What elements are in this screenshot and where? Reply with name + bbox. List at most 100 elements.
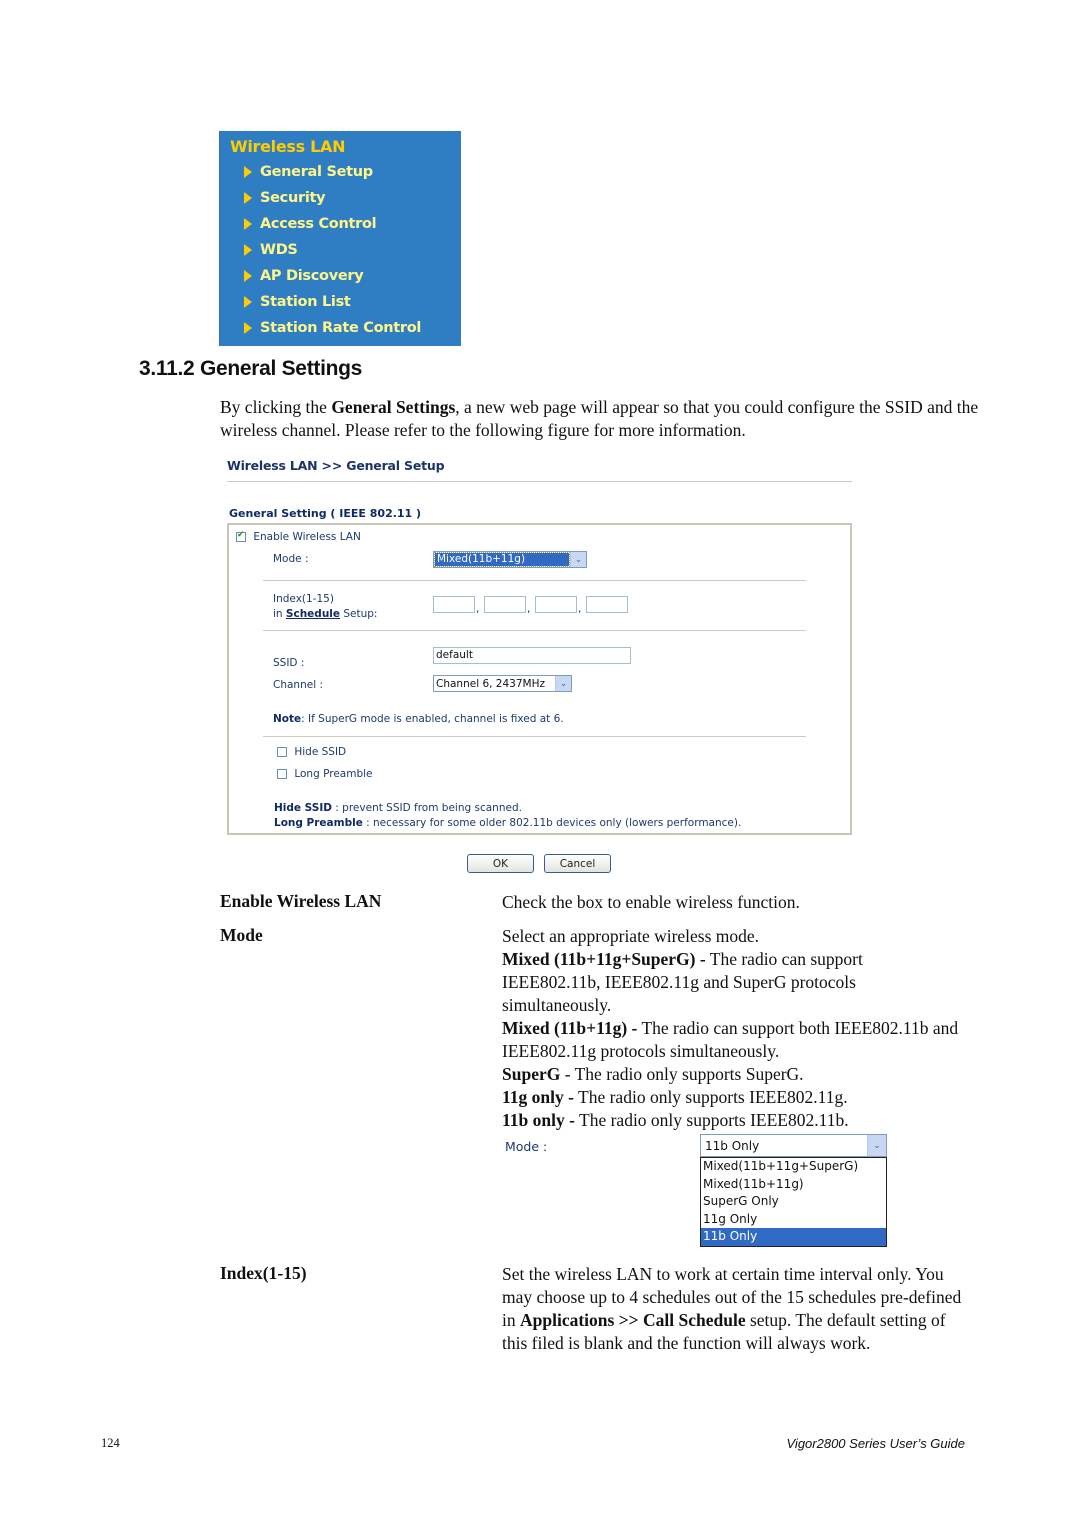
- enable-wireless-label: Enable Wireless LAN: [253, 531, 361, 543]
- mode-entry: 11b only - The radio only supports IEEE8…: [502, 1109, 982, 1132]
- long-preamble-checkbox[interactable]: [277, 769, 287, 779]
- general-setting-title: General Setting ( IEEE 802.11 ): [229, 507, 422, 520]
- def-enable-wireless: Check the box to enable wireless functio…: [502, 892, 800, 912]
- chevron-down-icon[interactable]: ⌄: [570, 552, 586, 567]
- menu-item-label: Access Control: [260, 216, 377, 232]
- hide-ssid-label: Hide SSID: [294, 746, 347, 758]
- long-preamble-label: Long Preamble: [294, 768, 373, 780]
- menu-title: Wireless LAN: [230, 137, 346, 156]
- mode-entry-text: The radio only supports IEEE802.11g.: [573, 1087, 848, 1107]
- def-mode: Select an appropriate wireless mode. Mix…: [502, 925, 982, 1132]
- mode-option-highlighted[interactable]: 11b Only: [701, 1228, 886, 1246]
- hide-ssid-checkbox[interactable]: [277, 747, 287, 757]
- chevron-down-icon[interactable]: ⌄: [555, 676, 571, 691]
- divider: [263, 580, 806, 581]
- mode-entry: 11g only - The radio only supports IEEE8…: [502, 1086, 982, 1109]
- term-mode: Mode: [220, 925, 263, 945]
- mode-entry: Mixed (11b+11g) - The radio can support …: [502, 1017, 977, 1063]
- menu-item-label: Station Rate Control: [260, 320, 422, 336]
- index-input-2[interactable]: [484, 596, 526, 613]
- channel-select-value: Channel 6, 2437MHz: [436, 677, 545, 690]
- channel-select[interactable]: Channel 6, 2437MHz ⌄: [433, 675, 572, 692]
- ok-button[interactable]: OK: [467, 854, 534, 873]
- mode-select[interactable]: Mixed(11b+11g) ⌄: [433, 551, 587, 568]
- mode-entry-text: The radio only supports IEEE802.11b.: [574, 1110, 849, 1130]
- intro-paragraph: By clicking the General Settings, a new …: [220, 396, 980, 442]
- mode-label: Mode :: [273, 553, 309, 565]
- mode-entry-term: Mixed (11b+11g) -: [502, 1018, 638, 1038]
- arrow-right-icon: [244, 192, 252, 204]
- index-label: Index(1-15) in Schedule Setup:: [273, 592, 377, 622]
- intro-bold: General Settings: [331, 397, 456, 417]
- index-label-line1: Index(1-15): [273, 593, 334, 605]
- menu-item-station-rate-control[interactable]: Station Rate Control: [244, 320, 421, 336]
- menu-item-access-control[interactable]: Access Control: [244, 216, 377, 232]
- menu-item-ap-discovery[interactable]: AP Discovery: [244, 268, 364, 284]
- index-text-bold: Applications >> Call Schedule: [520, 1310, 746, 1330]
- mode-option[interactable]: Mixed(11b+11g): [701, 1176, 886, 1194]
- menu-item-wds[interactable]: WDS: [244, 242, 298, 258]
- arrow-right-icon: [244, 296, 252, 308]
- arrow-right-icon: [244, 322, 252, 334]
- term-index: Index(1-15): [220, 1263, 307, 1283]
- menu-item-general-setup[interactable]: General Setup: [244, 164, 373, 180]
- mode-dropdown-select[interactable]: 11b Only ⌄: [700, 1134, 887, 1157]
- index-input-3[interactable]: [535, 596, 577, 613]
- index-input-4[interactable]: [586, 596, 628, 613]
- help-hide-ssid: Hide SSID : prevent SSID from being scan…: [274, 802, 522, 814]
- index-separator: ,: [527, 603, 531, 615]
- mode-option[interactable]: Mixed(11b+11g+SuperG): [701, 1158, 886, 1176]
- divider: [263, 630, 806, 631]
- long-preamble-row: Long Preamble: [277, 768, 373, 780]
- mode-label: Mode :: [505, 1139, 548, 1154]
- superg-note: Note: If SuperG mode is enabled, channel…: [273, 713, 564, 725]
- mode-entry-text: - The radio only supports SuperG.: [560, 1064, 804, 1084]
- page-number: 124: [101, 1436, 120, 1450]
- mode-option[interactable]: 11g Only: [701, 1211, 886, 1229]
- arrow-right-icon: [244, 244, 252, 256]
- mode-select-value: Mixed(11b+11g): [434, 552, 570, 567]
- mode-dropdown-value: 11b Only: [705, 1138, 760, 1153]
- mode-entry-term: 11g only -: [502, 1087, 574, 1107]
- enable-wireless-checkbox[interactable]: [236, 530, 246, 542]
- index-separator: ,: [476, 603, 480, 615]
- arrow-right-icon: [244, 218, 252, 230]
- menu-item-label: Station List: [260, 294, 351, 310]
- mode-entry-term: Mixed (11b+11g+SuperG) -: [502, 949, 706, 969]
- mode-entry-term: SuperG: [502, 1064, 561, 1084]
- cancel-button[interactable]: Cancel: [544, 854, 611, 873]
- help-term: Long Preamble: [274, 817, 363, 829]
- term-enable-wireless: Enable Wireless LAN: [220, 891, 382, 911]
- ssid-input[interactable]: default: [433, 647, 631, 664]
- wireless-lan-menu: Wireless LAN General Setup Security Acce…: [219, 131, 461, 346]
- note-label: Note: [273, 713, 302, 725]
- ssid-label: SSID :: [273, 657, 305, 669]
- mode-entry-term: 11b only -: [502, 1110, 575, 1130]
- def-index: Set the wireless LAN to work at certain …: [502, 1263, 964, 1355]
- menu-item-label: General Setup: [260, 164, 373, 180]
- mode-options-list: Mixed(11b+11g+SuperG) Mixed(11b+11g) Sup…: [700, 1157, 887, 1247]
- note-text: : If SuperG mode is enabled, channel is …: [301, 713, 564, 725]
- menu-item-station-list[interactable]: Station List: [244, 294, 351, 310]
- help-long-preamble: Long Preamble : necessary for some older…: [274, 817, 741, 829]
- hide-ssid-row: Hide SSID: [277, 746, 346, 758]
- menu-item-label: AP Discovery: [260, 268, 364, 284]
- guide-title: Vigor2800 Series User’s Guide: [786, 1436, 966, 1451]
- chevron-down-icon[interactable]: ⌄: [867, 1135, 886, 1156]
- breadcrumb: Wireless LAN >> General Setup: [227, 458, 445, 473]
- menu-item-security[interactable]: Security: [244, 190, 326, 206]
- enable-wireless-row: Enable Wireless LAN: [236, 530, 361, 543]
- mode-entry: Mixed (11b+11g+SuperG) - The radio can s…: [502, 948, 922, 1017]
- section-heading: 3.11.2 General Settings: [139, 357, 363, 380]
- channel-label: Channel :: [273, 679, 323, 691]
- index-label-in: in: [273, 608, 286, 620]
- menu-item-label: WDS: [260, 242, 298, 258]
- index-label-setup: Setup:: [340, 608, 378, 620]
- divider: [263, 736, 806, 737]
- index-input-1[interactable]: [433, 596, 475, 613]
- mode-option[interactable]: SuperG Only: [701, 1193, 886, 1211]
- index-separator: ,: [578, 603, 582, 615]
- help-term: Hide SSID: [274, 802, 332, 814]
- schedule-link[interactable]: Schedule: [286, 608, 340, 620]
- help-text: : necessary for some older 802.11b devic…: [362, 817, 742, 829]
